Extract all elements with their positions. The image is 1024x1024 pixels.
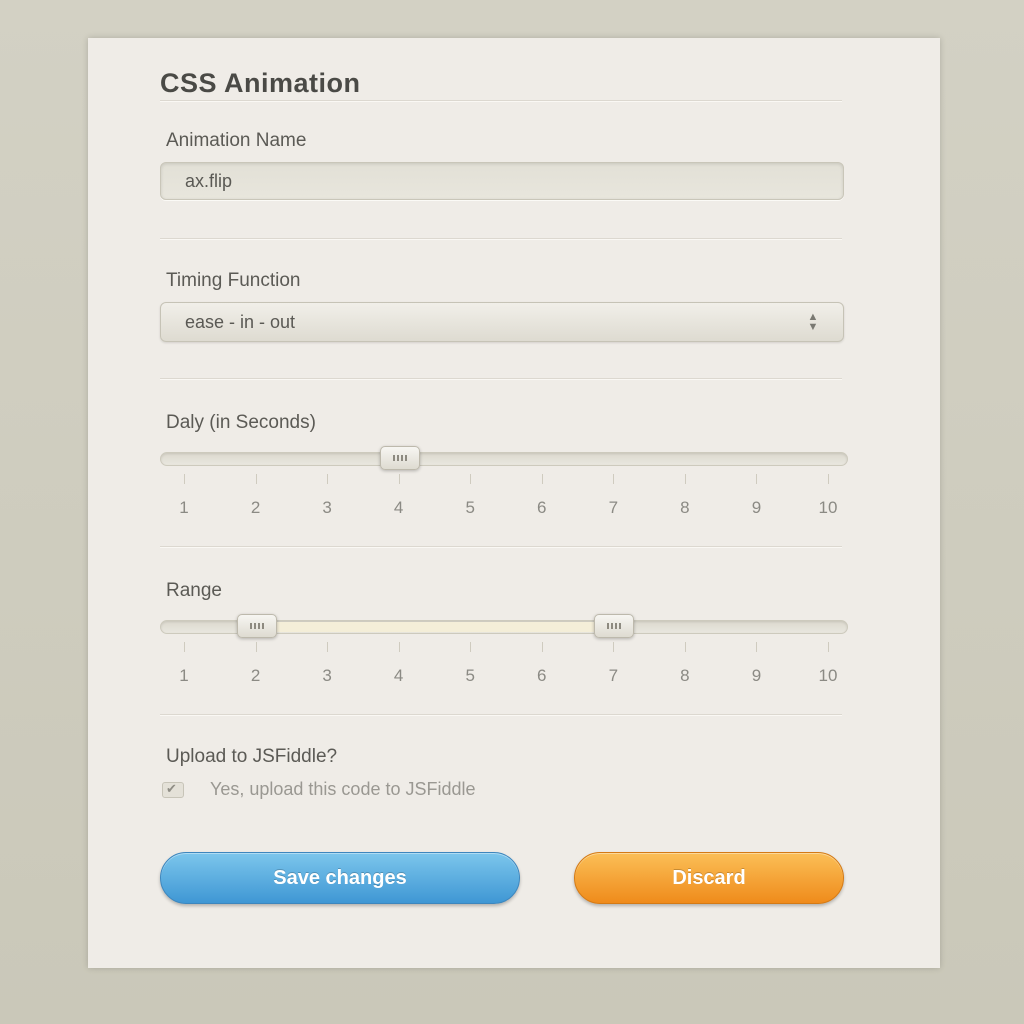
range-tick-label: 3	[322, 666, 332, 685]
range-tick-label: 1	[179, 666, 189, 685]
range-tick	[327, 642, 329, 652]
animation-name-value: ax.flip	[185, 171, 233, 191]
upload-label: Upload to JSFiddle?	[166, 746, 338, 767]
select-arrows-icon: ▲ ▼	[807, 311, 819, 333]
range-tick-scale: 1 2 3 4 5 6 7 8 9 10	[160, 642, 848, 686]
delay-tick-label: 8	[680, 498, 690, 517]
divider	[160, 546, 842, 548]
delay-tick	[184, 474, 185, 484]
range-tick-label: 8	[680, 666, 690, 685]
delay-tick	[470, 474, 472, 484]
timing-function-label: Timing Function	[166, 270, 301, 291]
delay-tick-label: 10	[818, 498, 838, 517]
delay-tick-label: 1	[179, 498, 189, 517]
delay-tick-label: 7	[608, 498, 619, 517]
range-tick	[255, 642, 257, 652]
delay-tick	[255, 474, 257, 484]
divider	[160, 378, 842, 380]
page-background: CSS Animation Animation Name ax.flip Tim…	[0, 0, 1024, 1024]
range-tick-label: 9	[751, 666, 762, 685]
delay-tick	[398, 474, 400, 484]
timing-function-value: ease - in - out	[185, 312, 296, 332]
delay-tick-label: 6	[537, 498, 547, 517]
range-tick-label: 5	[465, 666, 475, 685]
delay-tick	[828, 474, 829, 484]
range-high-handle[interactable]	[594, 614, 635, 638]
divider	[160, 714, 842, 716]
discard-button[interactable]: Discard	[574, 852, 844, 904]
range-selected-fill	[256, 622, 615, 632]
delay-slider[interactable]	[160, 446, 848, 470]
range-label: Range	[166, 580, 222, 601]
range-tick-label: 2	[250, 666, 261, 685]
range-tick-label: 4	[393, 666, 404, 685]
range-tick	[684, 642, 686, 652]
delay-tick	[684, 474, 686, 484]
divider	[160, 100, 842, 102]
range-low-handle[interactable]	[236, 614, 277, 638]
delay-tick	[756, 474, 758, 484]
range-tick-label: 10	[818, 666, 838, 685]
delay-label: Daly (in Seconds)	[166, 412, 316, 433]
range-tick-label: 7	[608, 666, 619, 685]
range-tick	[828, 642, 829, 652]
delay-tick	[327, 474, 329, 484]
upload-checkbox-label[interactable]: Yes, upload this code to JSFiddle	[210, 779, 476, 800]
range-slider[interactable]	[160, 614, 848, 638]
divider	[160, 238, 842, 240]
range-tick	[184, 642, 185, 652]
upload-checkbox[interactable]: ✔	[162, 781, 184, 798]
range-tick	[756, 642, 758, 652]
range-tick	[470, 642, 472, 652]
delay-tick-label: 9	[751, 498, 762, 517]
delay-tick-label: 4	[393, 498, 404, 517]
delay-tick	[613, 474, 615, 484]
delay-slider-handle[interactable]	[379, 446, 420, 470]
animation-name-label: Animation Name	[166, 130, 307, 151]
form-title: CSS Animation	[160, 68, 361, 98]
timing-function-select[interactable]: ease - in - out ▲ ▼	[160, 302, 844, 342]
delay-tick-label: 5	[465, 498, 475, 517]
form-panel: CSS Animation Animation Name ax.flip Tim…	[88, 38, 940, 968]
save-changes-button[interactable]: Save changes	[160, 852, 520, 904]
range-tick-label: 6	[537, 666, 547, 685]
delay-tick-label: 2	[250, 498, 261, 517]
delay-tick-scale: 1 2 3 4 5 6 7 8 9 10	[160, 474, 848, 518]
animation-name-input[interactable]: ax.flip	[160, 162, 844, 200]
range-tick	[541, 642, 543, 652]
delay-tick-label: 3	[322, 498, 332, 517]
range-tick	[613, 642, 615, 652]
delay-tick	[541, 474, 543, 484]
range-tick	[398, 642, 400, 652]
checkmark-icon: ✔	[166, 781, 177, 796]
